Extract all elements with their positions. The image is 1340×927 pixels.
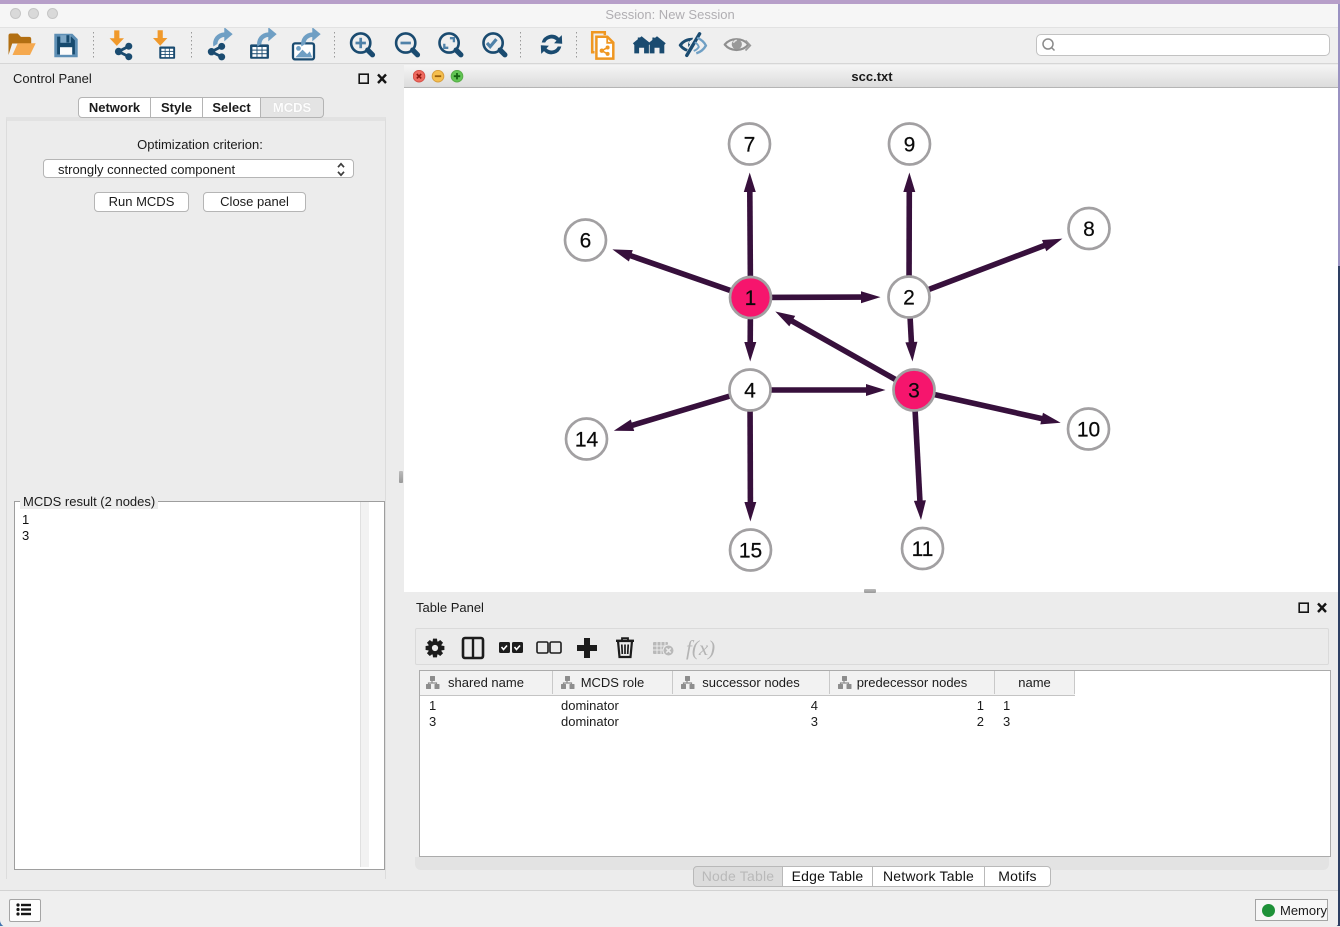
svg-text:3: 3	[908, 380, 920, 403]
svg-text:4: 4	[744, 380, 756, 403]
svg-text:15: 15	[739, 540, 762, 563]
svg-text:8: 8	[1083, 218, 1095, 241]
svg-text:6: 6	[580, 230, 592, 253]
svg-text:11: 11	[912, 538, 934, 561]
svg-text:9: 9	[904, 134, 916, 157]
svg-text:f(x): f(x)	[686, 636, 715, 660]
svg-text:2: 2	[903, 287, 915, 310]
svg-text:1: 1	[745, 287, 757, 310]
svg-text:14: 14	[575, 429, 599, 452]
svg-text:7: 7	[744, 134, 756, 157]
svg-text:10: 10	[1077, 419, 1100, 442]
